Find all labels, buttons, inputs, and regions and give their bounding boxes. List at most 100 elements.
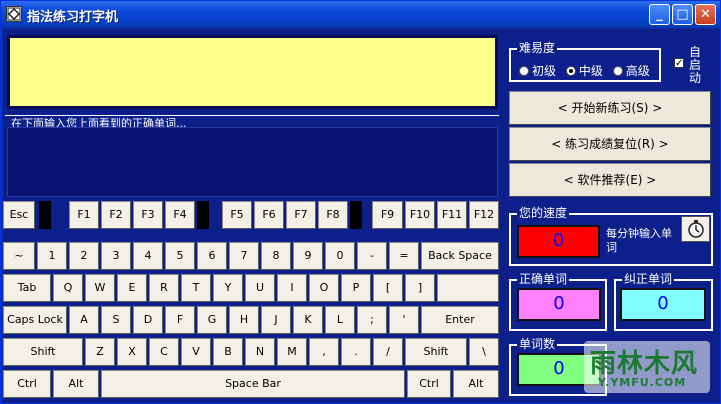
reset-score-button[interactable]: < 练习成绩复位(R) > xyxy=(509,127,711,161)
key-minus[interactable]: - xyxy=(357,242,387,270)
minimize-button[interactable]: _ xyxy=(649,4,670,25)
correct-words-legend: 正确单词 xyxy=(517,272,570,286)
key-n[interactable]: N xyxy=(245,338,275,366)
radio-advanced-label[interactable]: 高级 xyxy=(626,64,650,78)
key-comma[interactable]: , xyxy=(309,338,339,366)
key-e[interactable]: E xyxy=(117,274,147,302)
key-f2[interactable]: F2 xyxy=(101,201,131,229)
key-q[interactable]: Q xyxy=(53,274,83,302)
key-y[interactable]: Y xyxy=(213,274,243,302)
key-f1[interactable]: F1 xyxy=(69,201,99,229)
watermark-sub: Y.YMFU.COM xyxy=(598,376,687,389)
speed-legend: 您的速度 xyxy=(517,206,570,220)
key-enter[interactable]: Enter xyxy=(421,306,499,334)
autostart-label: 自启动 xyxy=(689,45,702,85)
word-count-legend: 单词数 xyxy=(517,337,558,351)
key-4[interactable]: 4 xyxy=(133,242,163,270)
key-backslash[interactable]: \ xyxy=(469,338,499,366)
key-f[interactable]: F xyxy=(165,306,195,334)
key-space-bar[interactable]: Space Bar xyxy=(101,370,405,398)
key-m[interactable]: M xyxy=(277,338,307,366)
key-t[interactable]: T xyxy=(181,274,211,302)
autostart-checkbox[interactable]: ✓ xyxy=(674,58,684,69)
key-f12[interactable]: F12 xyxy=(469,201,499,229)
key-f6[interactable]: F6 xyxy=(254,201,284,229)
app-window: 指法练习打字机 _ □ ✕ 在下面输入您上面看到的正确单词... Esc F1 … xyxy=(0,0,721,404)
key-right-bracket[interactable]: ] xyxy=(405,274,435,302)
key-x[interactable]: X xyxy=(117,338,147,366)
key-f8[interactable]: F8 xyxy=(318,201,348,229)
key-c[interactable]: C xyxy=(149,338,179,366)
corrected-words-legend: 纠正单词 xyxy=(622,272,675,286)
key-quote[interactable]: ' xyxy=(389,306,419,334)
key-7[interactable]: 7 xyxy=(229,242,259,270)
key-r[interactable]: R xyxy=(149,274,179,302)
key-g[interactable]: G xyxy=(197,306,227,334)
key-tilde[interactable]: ~ xyxy=(3,242,35,270)
key-l[interactable]: L xyxy=(325,306,355,334)
key-left-bracket[interactable]: [ xyxy=(373,274,403,302)
key-v[interactable]: V xyxy=(181,338,211,366)
key-f5[interactable]: F5 xyxy=(222,201,252,229)
key-3[interactable]: 3 xyxy=(101,242,131,270)
key-d[interactable]: D xyxy=(133,306,163,334)
key-9[interactable]: 9 xyxy=(293,242,323,270)
key-f10[interactable]: F10 xyxy=(405,201,435,229)
radio-beginner[interactable] xyxy=(519,66,529,76)
key-1[interactable]: 1 xyxy=(37,242,67,270)
key-0[interactable]: 0 xyxy=(325,242,355,270)
key-8[interactable]: 8 xyxy=(261,242,291,270)
key-w[interactable]: W xyxy=(85,274,115,302)
key-right-ctrl[interactable]: Ctrl xyxy=(407,370,451,398)
typing-input[interactable] xyxy=(7,127,498,197)
target-word-display xyxy=(7,35,498,109)
recommend-button[interactable]: < 软件推荐(E) > xyxy=(509,163,711,197)
speed-unit: 每分钟输入单词 xyxy=(606,227,672,254)
corrected-words-value: 0 xyxy=(620,288,706,321)
key-o[interactable]: O xyxy=(309,274,339,302)
title-bar[interactable]: 指法练习打字机 _ □ ✕ xyxy=(1,1,720,27)
key-slash[interactable]: / xyxy=(373,338,403,366)
key-left-shift[interactable]: Shift xyxy=(3,338,83,366)
stopwatch-button[interactable] xyxy=(681,216,710,242)
key-f7[interactable]: F7 xyxy=(286,201,316,229)
new-practice-button[interactable]: < 开始新练习(S) > xyxy=(509,91,711,125)
key-a[interactable]: A xyxy=(69,306,99,334)
key-equals[interactable]: = xyxy=(389,242,419,270)
key-left-alt[interactable]: Alt xyxy=(53,370,99,398)
key-esc[interactable]: Esc xyxy=(3,201,35,229)
key-z[interactable]: Z xyxy=(85,338,115,366)
key-6[interactable]: 6 xyxy=(197,242,227,270)
app-icon xyxy=(6,6,22,22)
key-k[interactable]: K xyxy=(293,306,323,334)
key-i[interactable]: I xyxy=(277,274,307,302)
close-button[interactable]: ✕ xyxy=(695,4,716,25)
key-semicolon[interactable]: ; xyxy=(357,306,387,334)
key-2[interactable]: 2 xyxy=(69,242,99,270)
key-h[interactable]: H xyxy=(229,306,259,334)
key-f11[interactable]: F11 xyxy=(437,201,467,229)
key-tab[interactable]: Tab xyxy=(3,274,51,302)
radio-intermediate[interactable] xyxy=(565,66,576,76)
key-blank[interactable] xyxy=(437,274,499,302)
key-j[interactable]: J xyxy=(261,306,291,334)
key-period[interactable]: . xyxy=(341,338,371,366)
maximize-button[interactable]: □ xyxy=(672,4,693,25)
key-left-ctrl[interactable]: Ctrl xyxy=(3,370,51,398)
key-b[interactable]: B xyxy=(213,338,243,366)
key-f4[interactable]: F4 xyxy=(165,201,195,229)
radio-advanced[interactable] xyxy=(612,66,623,76)
key-right-shift[interactable]: Shift xyxy=(405,338,467,366)
key-p[interactable]: P xyxy=(341,274,371,302)
radio-intermediate-label[interactable]: 中级 xyxy=(579,64,603,78)
key-right-alt[interactable]: Alt xyxy=(453,370,499,398)
key-f3[interactable]: F3 xyxy=(133,201,163,229)
key-u[interactable]: U xyxy=(245,274,275,302)
radio-beginner-label[interactable]: 初级 xyxy=(532,64,556,78)
key-5[interactable]: 5 xyxy=(165,242,195,270)
key-s[interactable]: S xyxy=(101,306,131,334)
key-backspace[interactable]: Back Space xyxy=(421,242,499,270)
key-caps-lock[interactable]: Caps Lock xyxy=(3,306,67,334)
speed-value: 0 xyxy=(517,225,600,258)
key-f9[interactable]: F9 xyxy=(372,201,403,229)
